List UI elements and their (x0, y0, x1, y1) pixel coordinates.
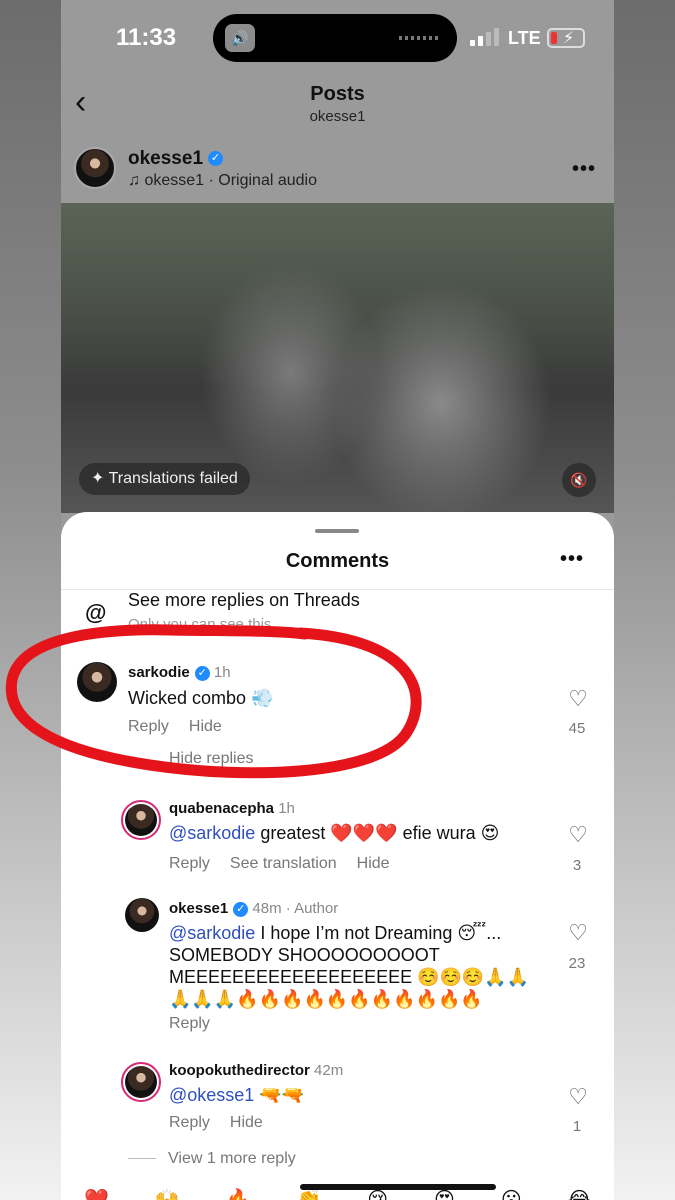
verified-icon: ✓ (194, 665, 210, 681)
comment-header: okesse1 ✓ 48m · Author (169, 900, 339, 917)
sparkle-icon: ✦ (91, 470, 109, 487)
hide-button[interactable]: Hide (189, 718, 222, 735)
home-indicator[interactable] (300, 1184, 496, 1190)
post-video[interactable]: ✦ Translations failed 🔇 (61, 203, 614, 513)
translation-badge[interactable]: ✦ Translations failed (79, 463, 250, 495)
dynamic-island: 🔊 (213, 14, 457, 62)
view-more-replies-button[interactable]: View 1 more reply (128, 1150, 296, 1168)
avatar[interactable] (125, 898, 159, 932)
post-username[interactable]: okesse1 ✓ (128, 148, 224, 170)
more-horizontal-icon[interactable]: ••• (572, 158, 596, 181)
like-count: 3 (572, 857, 582, 874)
post-header: okesse1 ✓ ♫ okesse1 · Original audio ••• (61, 140, 614, 202)
like-count: 23 (568, 955, 586, 972)
drag-handle[interactable] (315, 529, 359, 533)
like-count: 45 (568, 720, 586, 737)
battery-icon: ⚡ (547, 28, 585, 48)
comment-text: Wicked combo 💨 (128, 688, 274, 708)
reply-button[interactable]: Reply (169, 1114, 210, 1131)
reply-button[interactable]: Reply (128, 718, 169, 735)
comment-actions: Reply (169, 1015, 230, 1033)
threads-icon: @ (85, 600, 107, 625)
reply-button[interactable]: Reply (169, 1015, 210, 1032)
comment-actions: Reply Hide (169, 1114, 283, 1132)
heart-icon[interactable]: ♡ (568, 920, 588, 946)
comment-header: sarkodie ✓ 1h (128, 664, 231, 681)
comment-text: @sarkodie greatest ❤️❤️❤️ efie wura 😍 (169, 823, 500, 843)
comments-title: Comments (285, 550, 390, 572)
page-title: Posts (310, 83, 365, 105)
network-label: LTE (508, 28, 541, 48)
avatar[interactable] (77, 662, 117, 702)
hide-button[interactable]: Hide (230, 1114, 263, 1131)
mute-icon[interactable]: 🔇 (562, 463, 596, 497)
avatar[interactable] (121, 1062, 161, 1102)
nav-bar: ‹ Posts okesse1 (61, 75, 614, 135)
hide-button[interactable]: Hide (357, 855, 390, 872)
heart-icon[interactable]: ♡ (568, 1084, 588, 1110)
mention-link[interactable]: @sarkodie (169, 823, 255, 843)
signal-icon (470, 28, 499, 46)
audio-wave-icon (399, 36, 439, 40)
status-bar: 11:33 🔊 LTE ⚡ (61, 0, 614, 75)
audio-link[interactable]: ♫ okesse1 · Original audio (128, 172, 317, 190)
comment-header: quabenacepha 1h (169, 800, 295, 817)
threads-note: Only you can see this (128, 616, 272, 630)
comments-sheet: Comments ••• @ See more replies on Threa… (61, 512, 614, 1200)
more-horizontal-icon[interactable]: ••• (560, 548, 584, 571)
hide-replies-button[interactable]: Hide replies (169, 750, 253, 768)
music-note-icon: ♫ (128, 172, 145, 189)
comment-header: koopokuthedirector 42m (169, 1062, 344, 1079)
phone-screen: 11:33 🔊 LTE ⚡ ‹ Posts okesse1 okesse1 ✓ ♫… (61, 0, 614, 1200)
avatar[interactable] (121, 800, 161, 840)
comment-actions: Reply See translation Hide (169, 855, 410, 873)
comment-text: @okesse1 🔫🔫 (169, 1085, 305, 1105)
comment-text: @sarkodie I hope I’m not Dreaming 😴... S… (169, 923, 530, 1009)
threads-link[interactable]: See more replies on Threads (128, 590, 360, 611)
avatar[interactable] (74, 147, 116, 189)
see-translation-button[interactable]: See translation (230, 855, 337, 872)
verified-icon: ✓ (208, 151, 224, 167)
like-count: 1 (572, 1118, 582, 1135)
reply-button[interactable]: Reply (169, 855, 210, 872)
comment-actions: Reply Hide (128, 718, 242, 736)
speaker-icon: 🔊 (225, 24, 255, 52)
heart-icon[interactable]: ♡ (568, 822, 588, 848)
page-subtitle: okesse1 (309, 108, 366, 125)
mention-link[interactable]: @sarkodie (169, 923, 255, 943)
clock: 11:33 (116, 24, 177, 51)
mention-link[interactable]: @okesse1 (169, 1085, 254, 1105)
verified-icon: ✓ (233, 901, 249, 917)
heart-icon[interactable]: ♡ (568, 686, 588, 712)
